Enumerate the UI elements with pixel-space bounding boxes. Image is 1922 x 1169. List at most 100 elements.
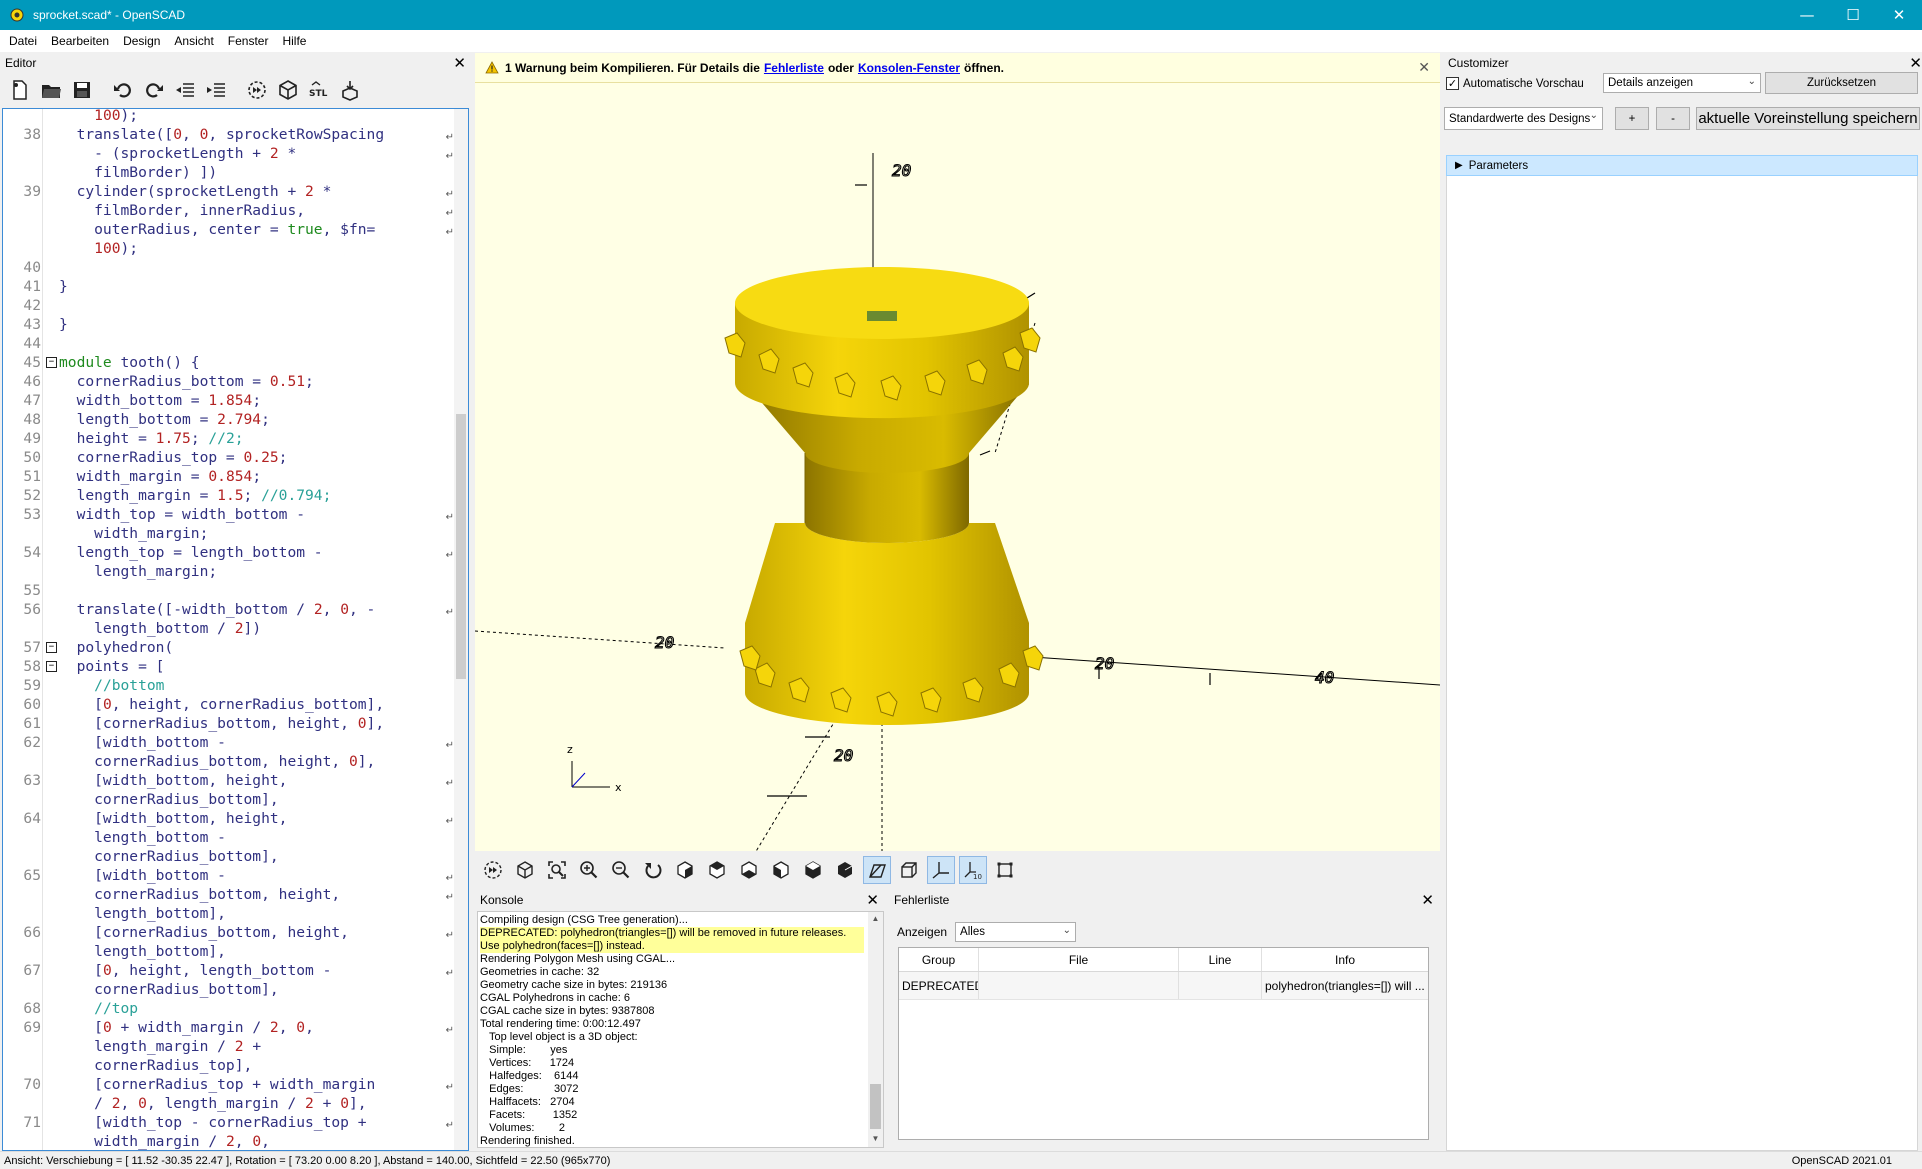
code-line[interactable]: 55 bbox=[3, 581, 456, 600]
code-line[interactable]: - (sprocketLength + 2 * ↵ bbox=[3, 144, 456, 163]
view-bottom-icon[interactable] bbox=[735, 856, 763, 884]
menu-ansicht[interactable]: Ansicht bbox=[167, 34, 220, 48]
menu-fenster[interactable]: Fenster bbox=[221, 34, 276, 48]
code-line[interactable]: 43} bbox=[3, 315, 456, 334]
warning-close-icon[interactable]: ✕ bbox=[1418, 60, 1430, 76]
code-line[interactable]: length_margin; bbox=[3, 562, 456, 581]
view-right-icon[interactable] bbox=[671, 856, 699, 884]
code-line[interactable]: 66 [cornerRadius_bottom, height, ↵ bbox=[3, 923, 456, 942]
code-line[interactable]: 58− points = [ bbox=[3, 657, 456, 676]
code-line[interactable]: 67 [0, height, length_bottom - ↵ bbox=[3, 961, 456, 980]
code-line[interactable]: 61 [cornerRadius_bottom, height, 0], bbox=[3, 714, 456, 733]
perspective-icon[interactable] bbox=[863, 855, 891, 884]
code-line[interactable]: 48 length_bottom = 2.794; bbox=[3, 410, 456, 429]
code-line[interactable]: 49 height = 1.75; //2; bbox=[3, 429, 456, 448]
warning-link-fehlerliste[interactable]: Fehlerliste bbox=[764, 61, 824, 75]
code-line[interactable]: 60 [0, height, cornerRadius_bottom], bbox=[3, 695, 456, 714]
menu-datei[interactable]: Datei bbox=[2, 34, 44, 48]
scroll-down-icon[interactable]: ▼ bbox=[868, 1132, 883, 1147]
save-preset-button[interactable]: aktuelle Voreinstellung speichern bbox=[1696, 107, 1920, 130]
column-line[interactable]: Line bbox=[1179, 948, 1262, 971]
console-scrollbar-thumb[interactable] bbox=[870, 1084, 881, 1129]
code-line[interactable]: 68 //top bbox=[3, 999, 456, 1018]
view-front-icon[interactable] bbox=[799, 856, 827, 884]
code-line[interactable]: 54 length_top = length_bottom - ↵ bbox=[3, 543, 456, 562]
preview-icon[interactable] bbox=[479, 856, 507, 884]
code-line[interactable]: 64 [width_bottom, height, ↵ bbox=[3, 809, 456, 828]
menu-hilfe[interactable]: Hilfe bbox=[275, 34, 313, 48]
fold-toggle-icon[interactable]: − bbox=[46, 642, 57, 653]
3d-scene[interactable]: 20 40 20 20 20 z x bbox=[475, 83, 1440, 851]
code-line[interactable]: 42 bbox=[3, 296, 456, 315]
code-line[interactable]: filmBorder, innerRadius, ↵ bbox=[3, 201, 456, 220]
code-line[interactable]: cornerRadius_bottom, height, ↵ bbox=[3, 885, 456, 904]
view-top-icon[interactable] bbox=[703, 856, 731, 884]
view-all-icon[interactable] bbox=[543, 856, 571, 884]
show-scale-markers-icon[interactable]: 10 bbox=[959, 855, 987, 884]
code-line[interactable]: length_bottom / 2]) bbox=[3, 619, 456, 638]
preset-select[interactable]: Standardwerte des Designs ⌄ bbox=[1444, 107, 1603, 130]
open-file-icon[interactable] bbox=[37, 76, 64, 103]
code-line[interactable]: width_margin; bbox=[3, 524, 456, 543]
zoom-in-icon[interactable] bbox=[575, 856, 603, 884]
console-output[interactable]: Compiling design (CSG Tree generation)..… bbox=[477, 911, 884, 1148]
column-file[interactable]: File bbox=[979, 948, 1179, 971]
code-line[interactable]: 62 [width_bottom - ↵ bbox=[3, 733, 456, 752]
reset-button[interactable]: Zurücksetzen bbox=[1765, 72, 1918, 94]
editor-scrollbar-thumb[interactable] bbox=[456, 414, 466, 679]
unindent-icon[interactable] bbox=[171, 76, 198, 103]
orthogonal-icon[interactable] bbox=[895, 856, 923, 884]
error-list-close-icon[interactable]: ✕ bbox=[1421, 891, 1434, 909]
save-icon[interactable] bbox=[68, 76, 95, 103]
view-left-icon[interactable] bbox=[767, 856, 795, 884]
parameters-group[interactable]: ▶ Parameters bbox=[1446, 155, 1918, 176]
code-line[interactable]: 39 cylinder(sprocketLength + 2 * ↵ bbox=[3, 182, 456, 201]
code-line[interactable]: 51 width_margin = 0.854; bbox=[3, 467, 456, 486]
code-line[interactable]: cornerRadius_bottom], bbox=[3, 790, 456, 809]
code-line[interactable]: 45− module tooth() { bbox=[3, 353, 456, 372]
code-line[interactable]: length_margin / 2 + bbox=[3, 1037, 456, 1056]
code-line[interactable]: 46 cornerRadius_bottom = 0.51; bbox=[3, 372, 456, 391]
table-row[interactable]: DEPRECATED polyhedron(triangles=[]) will… bbox=[899, 972, 1428, 1000]
auto-preview-checkbox[interactable]: ✓ Automatische Vorschau bbox=[1446, 77, 1584, 90]
fold-toggle-icon[interactable]: − bbox=[46, 357, 57, 368]
show-edges-icon[interactable] bbox=[991, 856, 1019, 884]
code-line[interactable]: cornerRadius_bottom], bbox=[3, 980, 456, 999]
code-line[interactable]: 38 translate([0, 0, sprocketRowSpacing ↵ bbox=[3, 125, 456, 144]
reset-view-icon[interactable] bbox=[639, 856, 667, 884]
code-line[interactable]: cornerRadius_bottom], bbox=[3, 847, 456, 866]
redo-icon[interactable] bbox=[140, 76, 167, 103]
code-line[interactable]: 100); bbox=[3, 239, 456, 258]
view-back-icon[interactable] bbox=[831, 856, 859, 884]
sprocket-model[interactable] bbox=[724, 267, 1044, 725]
column-info[interactable]: Info bbox=[1262, 948, 1428, 971]
preview-icon[interactable] bbox=[243, 76, 270, 103]
render-icon[interactable] bbox=[274, 76, 301, 103]
send-to-print-icon[interactable] bbox=[336, 76, 363, 103]
maximize-button[interactable]: ☐ bbox=[1830, 0, 1876, 30]
code-line[interactable]: length_bottom - bbox=[3, 828, 456, 847]
code-line[interactable]: / 2, 0, length_margin / 2 + 0], bbox=[3, 1094, 456, 1113]
warning-link-konsole[interactable]: Konsolen-Fenster bbox=[858, 61, 960, 75]
console-scrollbar[interactable]: ▲ ▼ bbox=[868, 912, 883, 1147]
code-line[interactable]: length_bottom], bbox=[3, 904, 456, 923]
zoom-out-icon[interactable] bbox=[607, 856, 635, 884]
code-line[interactable]: 40 bbox=[3, 258, 456, 277]
code-editor[interactable]: 100); 38 translate([0, 0, sprocketRowSpac… bbox=[2, 108, 469, 1151]
customizer-close-icon[interactable]: ✕ bbox=[1909, 54, 1922, 72]
new-file-icon[interactable] bbox=[6, 76, 33, 103]
undo-icon[interactable] bbox=[109, 76, 136, 103]
code-line[interactable]: 65 [width_bottom - ↵ bbox=[3, 866, 456, 885]
render-icon[interactable] bbox=[511, 856, 539, 884]
column-group[interactable]: Group bbox=[899, 948, 979, 971]
code-line[interactable]: 47 width_bottom = 1.854; bbox=[3, 391, 456, 410]
minimize-button[interactable]: — bbox=[1784, 0, 1830, 30]
code-line[interactable]: 57− polyhedron( bbox=[3, 638, 456, 657]
filter-select[interactable]: Alles ⌄ bbox=[955, 922, 1077, 942]
code-line[interactable]: 56 translate([-width_bottom / 2, 0, - ↵ bbox=[3, 600, 456, 619]
code-line[interactable]: 70 [cornerRadius_top + width_margin ↵ bbox=[3, 1075, 456, 1094]
remove-preset-button[interactable]: - bbox=[1656, 107, 1690, 130]
indent-icon[interactable] bbox=[202, 76, 229, 103]
code-line[interactable]: 44 bbox=[3, 334, 456, 353]
export-stl-icon[interactable]: STL bbox=[305, 76, 332, 103]
